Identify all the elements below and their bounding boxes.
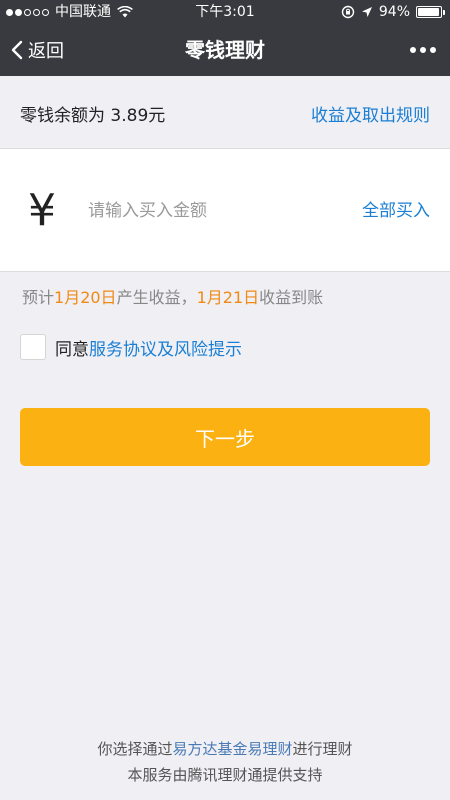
service-support-note: 本服务由腾讯理财通提供支持 xyxy=(127,766,323,784)
yen-icon: ¥ xyxy=(28,185,56,236)
amount-input[interactable] xyxy=(88,189,328,233)
agree-checkbox[interactable] xyxy=(20,334,46,360)
page-title: 零钱理财 xyxy=(185,38,265,62)
earning-suffix: 收益到账 xyxy=(259,288,324,307)
amount-card: ¥ 全部买入 xyxy=(0,148,450,272)
earning-info: 预计1月20日产生收益，1月21日收益到账 xyxy=(22,286,323,310)
location-arrow-icon xyxy=(361,7,372,17)
rotation-lock-icon xyxy=(341,5,355,19)
earning-date: 1月20日 xyxy=(54,288,117,307)
arrival-date: 1月21日 xyxy=(196,288,260,307)
status-bar: 中国联通 下午3:01 94% xyxy=(0,0,450,24)
chevron-left-icon xyxy=(11,40,23,60)
balance-text: 零钱余额为 3.89元 xyxy=(20,106,166,126)
buy-all-link[interactable]: 全部买入 xyxy=(362,189,430,233)
fund-provider-note: 你选择通过易方达基金易理财进行理财 xyxy=(0,736,450,762)
service-agreement-link[interactable]: 服务协议及风险提示 xyxy=(89,335,242,360)
earning-middle: 产生收益， xyxy=(116,288,197,307)
battery-icon xyxy=(416,6,445,18)
agree-label: 同意 xyxy=(55,339,89,360)
next-button[interactable]: 下一步 xyxy=(20,408,430,466)
nav-bar: 返回 零钱理财 xyxy=(0,24,450,76)
rules-link[interactable]: 收益及取出规则 xyxy=(311,76,430,156)
agreement-row: 同意 服务协议及风险提示 xyxy=(20,334,242,360)
earning-prefix: 预计 xyxy=(22,288,55,307)
back-button[interactable]: 返回 xyxy=(10,24,64,76)
footer-prefix: 你选择通过 xyxy=(97,740,173,758)
footer-suffix: 进行理财 xyxy=(292,740,353,758)
fund-provider-link[interactable]: 易方达基金易理财 xyxy=(172,740,292,758)
more-options-icon[interactable] xyxy=(410,24,436,76)
back-label: 返回 xyxy=(28,41,64,62)
status-right: 94% xyxy=(341,0,445,24)
battery-percent: 94% xyxy=(378,4,410,20)
balance-row: 零钱余额为 3.89元 收益及取出规则 xyxy=(0,76,450,148)
